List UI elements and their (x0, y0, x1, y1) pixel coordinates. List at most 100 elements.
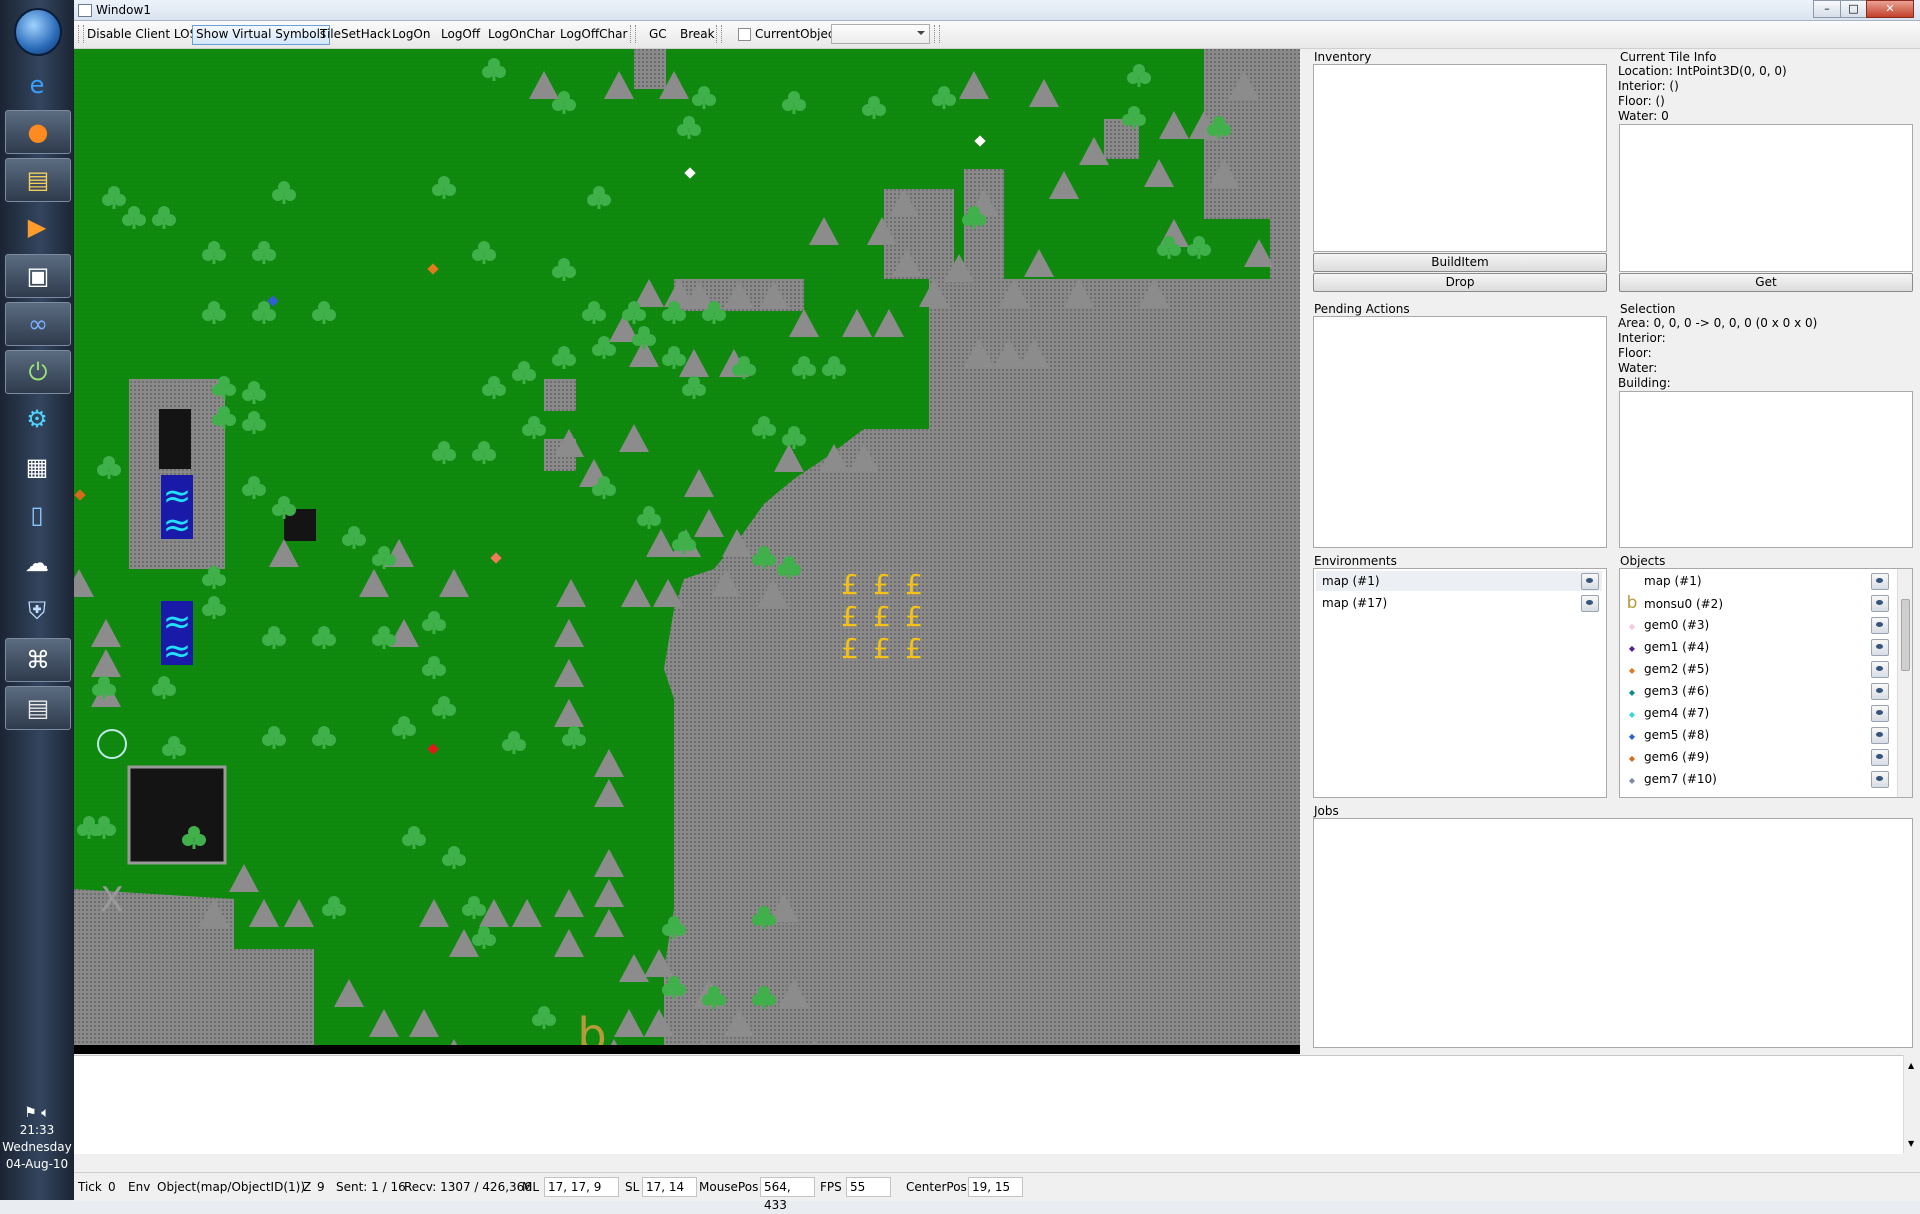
clock-time[interactable]: 21:33 (0, 1122, 74, 1139)
tile-interior: Interior: () (1618, 79, 1679, 93)
tree-tile (472, 449, 484, 461)
eye-icon[interactable] (1871, 727, 1889, 744)
tree-tile (632, 334, 644, 346)
eye-icon[interactable] (1871, 683, 1889, 700)
list-item[interactable]: ◆ gem5 (#8) (1622, 725, 1892, 745)
file-explorer-icon[interactable]: ▤ (5, 158, 71, 202)
eye-icon[interactable] (1871, 749, 1889, 766)
tree-tile (604, 344, 616, 356)
shell-app-icon[interactable]: ⌘ (5, 638, 71, 682)
pending-actions-list[interactable] (1313, 316, 1607, 548)
map-view[interactable]: ≈ ≈ ≈ ≈ X £ £ £ £ £ £ £ £ £ b (74, 49, 1300, 1054)
toolbar-grip[interactable] (630, 25, 636, 43)
toolbar-grip[interactable] (934, 25, 940, 43)
logoffchar-button[interactable]: LogOffChar (557, 25, 630, 43)
list-item[interactable]: ◆ gem6 (#9) (1622, 747, 1892, 767)
show-virtual-symbols-button[interactable]: Show Virtual Symbols (192, 25, 331, 45)
tileset-hack-button[interactable]: TileSetHack (317, 25, 394, 43)
logonchar-button[interactable]: LogOnChar (485, 25, 558, 43)
inventory-list[interactable] (1313, 64, 1607, 252)
minimize-button[interactable]: – (1813, 0, 1841, 18)
tile-info-list[interactable] (1619, 124, 1913, 272)
maximize-button[interactable]: □ (1840, 0, 1867, 18)
tree-trunk (762, 562, 766, 569)
action-center-flag-icon[interactable]: ⚑ (24, 1105, 37, 1121)
infinity-app-icon[interactable]: ∞ (5, 302, 71, 346)
objects-scrollbar[interactable] (1897, 569, 1912, 797)
gc-button[interactable]: GC (646, 25, 670, 43)
console-output[interactable] (74, 1055, 1903, 1154)
list-item[interactable]: map (#17) (1316, 593, 1602, 613)
map-canvas[interactable]: ≈ ≈ ≈ ≈ X £ £ £ £ £ £ £ £ £ b (74, 49, 1300, 1054)
list-item[interactable]: ◆ gem7 (#10) (1622, 769, 1892, 789)
logon-button[interactable]: LogOn (389, 25, 433, 43)
object-label: gem0 (#3) (1644, 618, 1710, 632)
title-bar[interactable]: Window1 – □ ✕ (74, 0, 1920, 21)
drop-button[interactable]: Drop (1313, 273, 1607, 292)
tree-tile (402, 834, 414, 846)
tree-trunk (632, 317, 636, 324)
eye-icon[interactable] (1871, 771, 1889, 788)
disable-client-los-button[interactable]: Disable Client LOS (84, 25, 200, 43)
list-item[interactable]: ◆ gem0 (#3) (1622, 615, 1892, 635)
eye-icon[interactable] (1871, 661, 1889, 678)
jobs-list[interactable] (1313, 818, 1913, 1048)
tree-trunk (602, 492, 606, 499)
eye-icon[interactable] (1871, 617, 1889, 634)
current-object-combo[interactable] (831, 24, 930, 44)
firefox-icon[interactable]: ● (5, 110, 71, 154)
scroll-up-icon[interactable]: ▲ (1908, 1061, 1914, 1070)
start-button[interactable] (14, 8, 62, 56)
tree-trunk (512, 747, 516, 754)
tile-info-panel: Current Tile Info Location: IntPoint3D(0… (1618, 50, 1914, 296)
eye-icon[interactable] (1871, 705, 1889, 722)
eye-icon[interactable] (1871, 573, 1889, 590)
selection-caption: Selection (1620, 302, 1676, 316)
logoff-button[interactable]: LogOff (438, 25, 483, 43)
selection-list[interactable] (1619, 391, 1913, 548)
list-item[interactable]: ◆ gem4 (#7) (1622, 703, 1892, 723)
list-item[interactable]: ◆ gem2 (#5) (1622, 659, 1892, 679)
cloud-app-icon[interactable]: ☁ (5, 542, 69, 584)
close-button[interactable]: ✕ (1866, 0, 1914, 18)
power-tool-icon[interactable]: ⏻ (5, 350, 71, 394)
media-player-icon[interactable]: ▶ (5, 206, 69, 248)
list-item[interactable]: ◆ gem1 (#4) (1622, 637, 1892, 657)
tick-value: 0 (108, 1180, 116, 1194)
break-button[interactable]: Break (677, 25, 718, 43)
eye-icon[interactable] (1871, 595, 1889, 612)
shield-map-icon[interactable]: ⛨ (5, 590, 69, 632)
notepad-icon[interactable]: ▯ (5, 494, 69, 536)
tree-tile (677, 124, 689, 136)
current-object-checkbox[interactable] (738, 28, 751, 41)
tree-tile (944, 94, 956, 106)
list-item[interactable]: b monsu0 (#2) (1622, 593, 1892, 613)
eye-icon[interactable] (1871, 639, 1889, 656)
list-item[interactable]: ◆ gem3 (#6) (1622, 681, 1892, 701)
console-scrollbar[interactable]: ▲ ▼ (1903, 1055, 1920, 1153)
terminal-icon[interactable]: ▣ (5, 254, 71, 298)
internet-explorer-icon[interactable]: e (5, 64, 69, 106)
tree-tile (822, 364, 834, 376)
tree-tile (254, 389, 266, 401)
eye-icon[interactable] (1581, 573, 1599, 590)
build-item-button[interactable]: BuildItem (1313, 253, 1607, 272)
volume-icon[interactable]: 🔈︎ (41, 1105, 49, 1121)
tree-trunk (542, 1022, 546, 1029)
tree-trunk (322, 642, 326, 649)
scroll-thumb[interactable] (1901, 599, 1910, 671)
tree-trunk (332, 912, 336, 919)
get-button[interactable]: Get (1619, 273, 1913, 292)
objects-list[interactable]: map (#1) b monsu0 (#2) ◆ gem0 (#3) ◆ gem1 (#4)… (1619, 568, 1913, 798)
scroll-down-icon[interactable]: ▼ (1908, 1139, 1914, 1148)
eye-icon[interactable] (1581, 595, 1599, 612)
tree-trunk (212, 582, 216, 589)
toolbar-grip[interactable] (716, 25, 722, 43)
environments-list[interactable]: map (#1) map (#17) (1313, 568, 1607, 798)
list-item[interactable]: map (#1) (1316, 571, 1602, 591)
list-item[interactable]: map (#1) (1622, 571, 1892, 591)
puzzle-gears-icon[interactable]: ⚙ (5, 398, 69, 440)
calendar-app-icon[interactable]: ▤ (5, 686, 71, 730)
window-app-icon[interactable]: ▦ (5, 446, 69, 488)
tree-tile (214, 309, 226, 321)
